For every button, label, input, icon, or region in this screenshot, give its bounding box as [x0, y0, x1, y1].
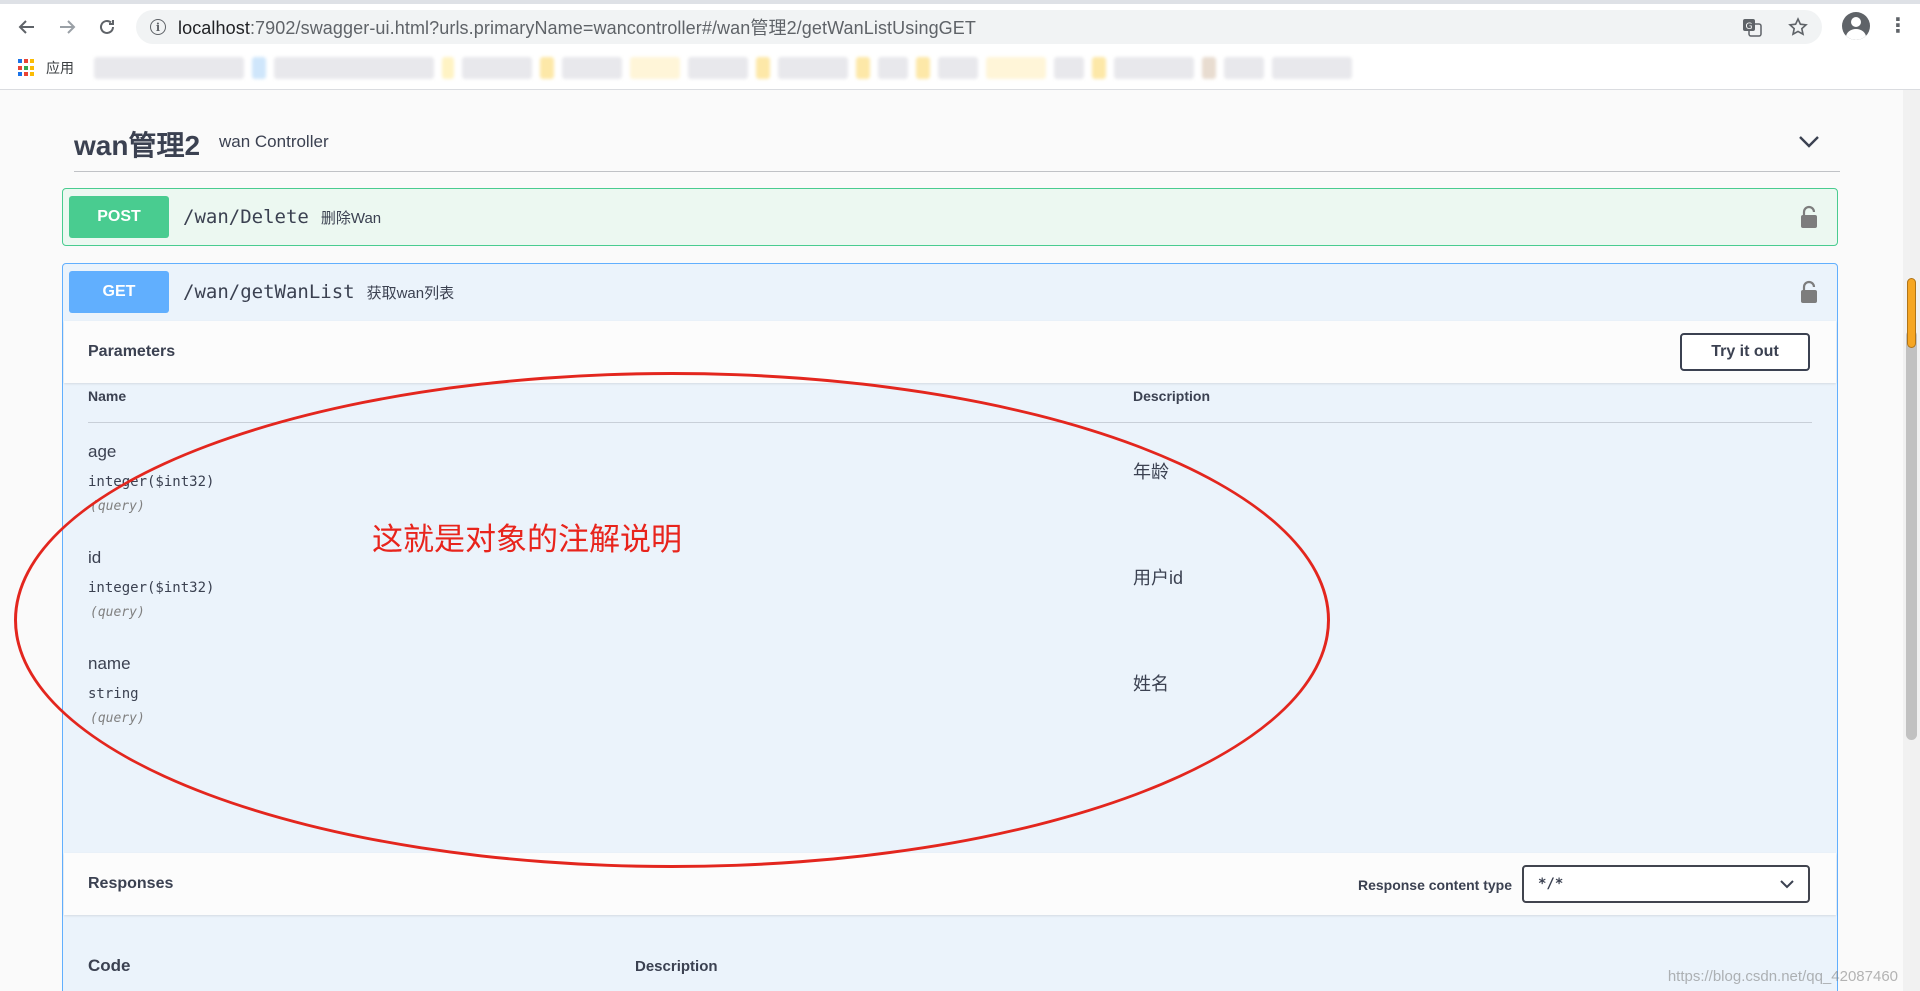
parameter-row-name: name string (query) 姓名 [88, 654, 1812, 754]
tag-name: wan管理2 [74, 130, 201, 161]
watermark: https://blog.csdn.net/qq_42087460 [1667, 968, 1898, 985]
responses-col-description: Description [635, 958, 718, 975]
svg-text:G: G [1746, 22, 1753, 32]
tag-section-header[interactable]: wan管理2 wan Controller [74, 112, 1840, 172]
param-type: string [88, 686, 139, 702]
tab-strip [0, 0, 1920, 4]
param-in: (query) [90, 605, 145, 620]
param-type: integer($int32) [88, 474, 215, 490]
reload-icon [100, 19, 114, 34]
method-badge-post: POST [69, 196, 169, 238]
address-bar[interactable]: i localhost:7902/swagger-ui.html?urls.pr… [136, 10, 1822, 44]
param-in: (query) [90, 711, 145, 726]
browser-toolbar: i localhost:7902/swagger-ui.html?urls.pr… [0, 0, 1920, 90]
param-name: name [88, 654, 131, 673]
param-type: integer($int32) [88, 580, 215, 596]
response-content-type-select[interactable]: */* [1522, 865, 1810, 903]
header-divider [88, 422, 1812, 423]
back-button[interactable] [14, 14, 40, 40]
lock-icon[interactable] [1799, 205, 1819, 229]
opblock-summary[interactable]: POST /wan/Delete 删除Wan [63, 189, 1837, 245]
star-icon[interactable] [1788, 17, 1808, 37]
param-description: 用户id [1133, 568, 1184, 588]
responses-title: Responses [88, 875, 174, 892]
url-host: localhost [178, 18, 250, 38]
response-content-type-label: Response content type [1357, 877, 1512, 893]
operation-summary: 获取wan列表 [366, 284, 455, 302]
arrow-left-icon [18, 20, 34, 34]
parameter-row-age: age integer($int32) (query) 年龄 [88, 442, 1812, 542]
chevron-down-icon[interactable] [1798, 130, 1820, 152]
operation-path: /wan/getWanList [183, 281, 355, 303]
apps-grid-icon[interactable] [18, 59, 36, 77]
select-value: */* [1538, 876, 1564, 892]
reload-button[interactable] [94, 14, 120, 40]
tag-description: wan Controller [219, 132, 329, 151]
bookmarks-bar: 应用 [0, 50, 1920, 86]
param-description: 年龄 [1133, 462, 1169, 482]
blurred-bookmarks [94, 57, 1352, 79]
scrollbar-thumb[interactable] [1906, 330, 1917, 740]
parameters-title: Parameters [88, 343, 176, 360]
responses-header: Responses Response content type */* [64, 853, 1836, 915]
parameter-row-id: id integer($int32) (query) 用户id [88, 548, 1812, 648]
operation-summary: 删除Wan [320, 209, 382, 227]
lock-icon[interactable] [1799, 280, 1819, 304]
col-header-description: Description [1133, 388, 1211, 404]
try-it-out-button[interactable]: Try it out [1680, 333, 1810, 371]
parameters-header: Parameters Try it out [64, 321, 1836, 383]
forward-button[interactable] [54, 14, 80, 40]
scrollbar-marker [1907, 278, 1916, 348]
col-header-name: Name [88, 388, 127, 404]
bookmark-apps[interactable]: 应用 [46, 58, 74, 78]
param-in: (query) [90, 499, 145, 514]
translate-icon[interactable]: G [1742, 17, 1762, 37]
opblock-post-delete[interactable]: POST /wan/Delete 删除Wan [62, 188, 1838, 246]
param-name: id [88, 548, 102, 567]
param-description: 姓名 [1133, 674, 1169, 694]
url-path: :7902/swagger-ui.html?urls.primaryName=w… [249, 18, 976, 38]
profile-avatar[interactable] [1842, 12, 1870, 40]
info-icon[interactable]: i [150, 19, 166, 35]
url-text[interactable]: localhost:7902/swagger-ui.html?urls.prim… [178, 14, 976, 40]
chevron-down-icon [1780, 880, 1794, 889]
responses-col-code: Code [88, 956, 131, 975]
arrow-right-icon [60, 20, 76, 34]
method-badge-get: GET [69, 271, 169, 313]
opblock-summary[interactable]: GET /wan/getWanList 获取wan列表 [63, 264, 1837, 320]
param-name: age [88, 442, 117, 461]
menu-icon[interactable]: ⋮ [1888, 16, 1908, 36]
page-scrollbar[interactable] [1903, 90, 1920, 991]
opblock-get-wanlist: GET /wan/getWanList 获取wan列表 Parameters T… [62, 263, 1838, 991]
operation-path: /wan/Delete [183, 206, 309, 228]
annotation-text: 这就是对象的注解说明 [372, 522, 682, 557]
